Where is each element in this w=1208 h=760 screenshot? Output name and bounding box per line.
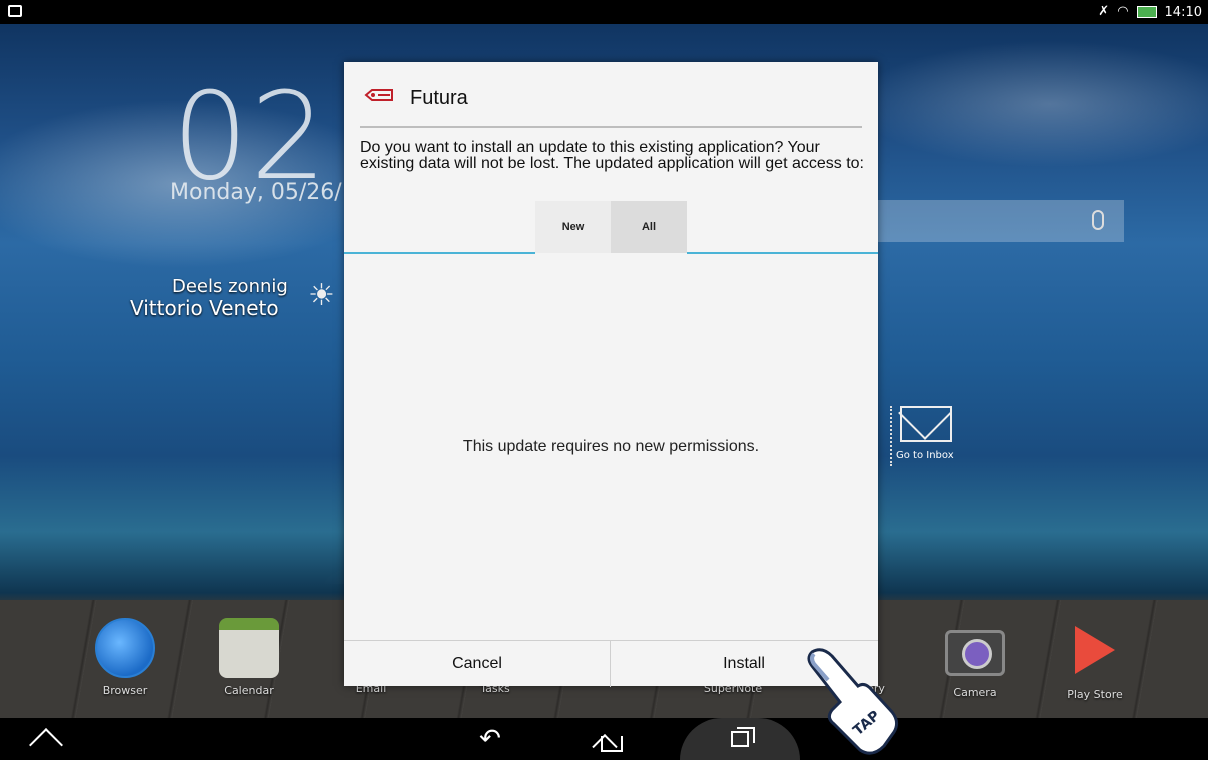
play-store-icon xyxy=(1075,626,1115,674)
header-divider xyxy=(360,126,862,128)
status-right: ✗ ◠ 14:10 xyxy=(1098,4,1202,20)
recent-apps-icon xyxy=(731,727,755,747)
cancel-button[interactable]: Cancel xyxy=(344,641,611,687)
microphone-icon[interactable] xyxy=(1092,210,1104,230)
key-icon xyxy=(364,89,393,101)
status-bar: ✗ ◠ 14:10 xyxy=(0,0,1208,24)
no-permissions-text: This update requires no new permissions. xyxy=(462,438,760,455)
install-update-dialog: Futura Do you want to install an update … xyxy=(344,62,878,687)
calendar-icon xyxy=(219,618,279,678)
camera-icon xyxy=(945,630,1005,676)
notification-icon xyxy=(8,5,22,17)
tab-new[interactable]: New xyxy=(535,201,611,253)
home-screen: 02: Monday, 05/26/ Deels zonnig Vittorio… xyxy=(0,0,1208,760)
recent-apps-button[interactable] xyxy=(710,718,770,760)
dock-app-browser[interactable]: Browser xyxy=(80,618,170,697)
back-button[interactable]: ↶ xyxy=(460,718,520,760)
dock-app-play-store[interactable]: Play Store xyxy=(1050,618,1140,701)
browser-icon xyxy=(95,618,155,678)
battery-icon xyxy=(1136,6,1157,18)
inbox-label: Go to Inbox xyxy=(896,450,954,461)
navigation-bar: ↶ xyxy=(0,718,1208,760)
home-date: Monday, 05/26/ xyxy=(170,180,342,205)
dialog-message: Do you want to install an update to this… xyxy=(360,139,864,172)
permission-tabs: New All xyxy=(344,201,878,253)
dock-app-label: Calendar xyxy=(224,684,274,697)
tab-underline xyxy=(344,252,535,254)
weather-condition: Deels zonnig xyxy=(172,276,288,297)
envelope-icon xyxy=(900,406,952,442)
tap-hand-icon: TAP xyxy=(807,648,899,755)
dock-app-camera[interactable]: Camera xyxy=(930,618,1020,699)
status-clock: 14:10 xyxy=(1164,4,1202,20)
chevron-up-icon xyxy=(29,728,63,760)
dialog-header: Futura xyxy=(344,62,878,128)
mute-icon: ✗ xyxy=(1098,4,1110,19)
dock-app-calendar[interactable]: Calendar xyxy=(204,618,294,697)
dock-app-label: Camera xyxy=(953,686,997,699)
tab-all[interactable]: All xyxy=(611,201,687,253)
google-search-widget[interactable] xyxy=(878,200,1124,242)
weather-city: Vittorio Veneto xyxy=(130,296,279,320)
back-icon: ↶ xyxy=(479,724,501,754)
home-icon xyxy=(601,736,623,752)
wifi-icon: ◠ xyxy=(1117,4,1129,19)
email-widget[interactable]: Go to Inbox xyxy=(890,406,962,466)
hide-nav-button[interactable] xyxy=(16,718,76,760)
dock-app-label: Browser xyxy=(102,684,148,697)
dialog-title: Futura xyxy=(410,87,468,109)
dialog-button-bar: Cancel Install xyxy=(344,640,878,687)
tab-underline xyxy=(687,252,878,254)
home-button[interactable] xyxy=(582,718,642,760)
partly-sunny-icon: ☀ xyxy=(308,278,335,313)
dock-app-label: Play Store xyxy=(1067,688,1123,701)
